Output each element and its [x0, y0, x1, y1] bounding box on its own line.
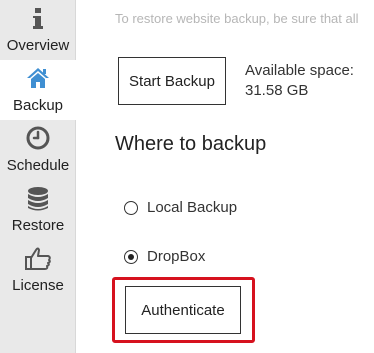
dropbox-label: DropBox	[147, 248, 206, 265]
local-backup-radio[interactable]	[124, 201, 138, 215]
available-space-label: Available space:	[245, 62, 354, 79]
sidebar-item-label: Overview	[6, 37, 70, 54]
sidebar-item-restore[interactable]: Restore	[0, 180, 76, 240]
sidebar-item-label: Backup	[12, 97, 64, 114]
info-icon	[0, 6, 76, 32]
sidebar: Overview Backup Schedule Restore License	[0, 0, 76, 353]
sidebar-item-backup[interactable]: Backup	[0, 60, 76, 120]
main-content: To restore website backup, be sure that …	[76, 0, 374, 353]
sidebar-item-schedule[interactable]: Schedule	[0, 120, 76, 180]
app-root: Overview Backup Schedule Restore License…	[0, 0, 374, 353]
sidebar-item-overview[interactable]: Overview	[0, 0, 76, 60]
restore-notice: To restore website backup, be sure that …	[115, 11, 359, 26]
sidebar-item-license[interactable]: License	[0, 240, 76, 300]
sidebar-item-label: Restore	[11, 217, 65, 234]
home-icon	[0, 66, 76, 92]
sidebar-item-label: Schedule	[6, 157, 70, 174]
thumbs-up-icon	[0, 246, 76, 272]
section-title: Where to backup	[115, 133, 267, 155]
authenticate-button[interactable]: Authenticate	[125, 286, 241, 334]
dropbox-radio[interactable]	[124, 250, 138, 264]
local-backup-label: Local Backup	[147, 199, 238, 216]
available-space-value: 31.58 GB	[245, 82, 309, 99]
database-icon	[0, 186, 76, 212]
start-backup-button[interactable]: Start Backup	[118, 57, 226, 105]
sidebar-item-label: License	[12, 277, 64, 294]
clock-icon	[0, 126, 76, 152]
